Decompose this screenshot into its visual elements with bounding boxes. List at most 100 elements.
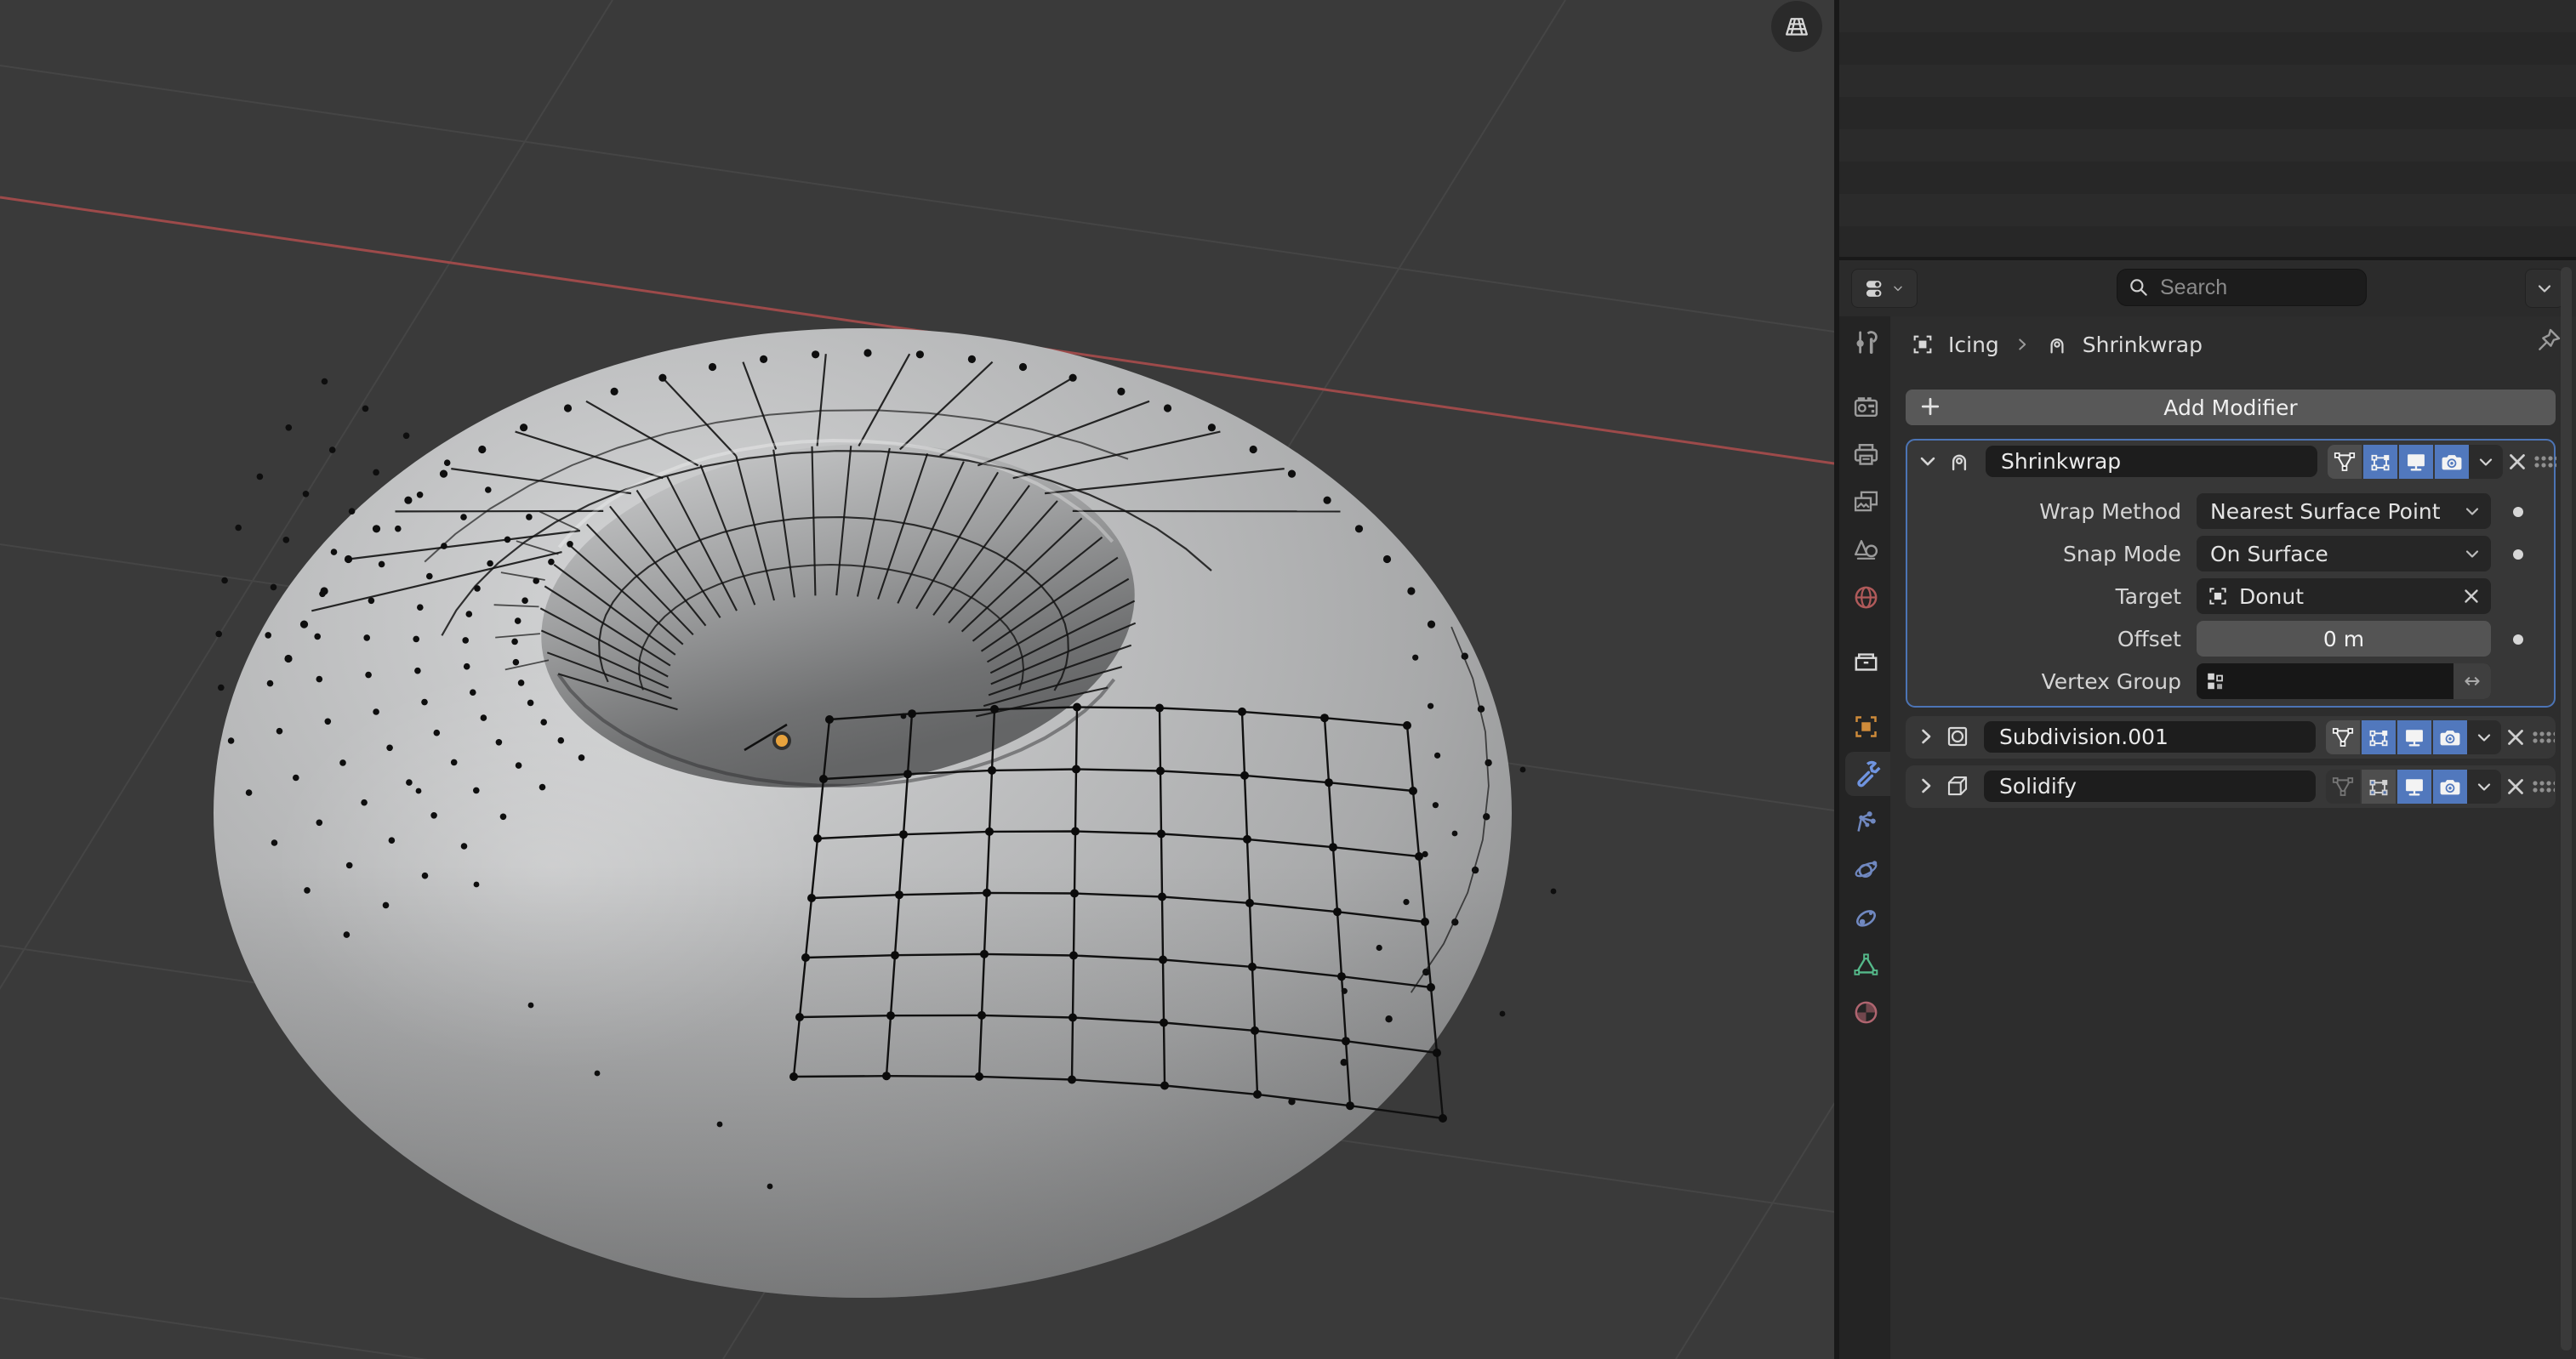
camera-icon [2438, 725, 2462, 749]
delete-modifier-button[interactable] [2503, 725, 2528, 750]
toggle-render-display[interactable] [2433, 770, 2467, 804]
search-icon [2128, 276, 2150, 299]
material-icon [1852, 998, 1880, 1026]
modifier-extras-button[interactable] [2467, 720, 2501, 754]
offset-value-slider[interactable]: 0 m [2197, 621, 2491, 657]
tab-tool[interactable] [1842, 320, 1890, 364]
offset-value: 0 m [2323, 627, 2364, 651]
scene-icon [1852, 536, 1880, 564]
breadcrumb-modifier[interactable]: Shrinkwrap [2083, 333, 2203, 357]
modifier-name-field[interactable]: Solidify [1984, 770, 2316, 802]
animate-decorator[interactable] [2513, 549, 2523, 560]
properties-editor-icon [1864, 276, 1888, 300]
animate-decorator[interactable] [2513, 507, 2523, 517]
tab-view-layer[interactable] [1842, 480, 1890, 524]
target-object-field[interactable]: Donut [2197, 578, 2491, 614]
tab-physics[interactable] [1842, 847, 1890, 891]
pin-icon [2535, 327, 2562, 354]
solidify-icon [1945, 773, 1972, 800]
world-icon [1852, 583, 1880, 611]
edit-mode-icon [2367, 725, 2391, 749]
toggle-edit-mode-display[interactable] [2362, 720, 2396, 754]
target-row: Target Donut [1907, 578, 2554, 616]
expand-button[interactable] [1914, 774, 1940, 799]
modifier-name-field[interactable]: Subdivision.001 [1984, 721, 2316, 753]
delete-modifier-button[interactable] [2503, 774, 2528, 799]
field-label: Snap Mode [2063, 542, 2181, 566]
clear-target-button[interactable] [2460, 585, 2482, 607]
toggle-realtime-display[interactable] [2397, 770, 2431, 804]
vertex-group-icon [2205, 670, 2227, 692]
snap-mode-dropdown[interactable]: On Surface [2197, 536, 2491, 571]
modifier-header: Shrinkwrap [1907, 441, 2554, 481]
physics-icon [1852, 856, 1880, 884]
expand-button[interactable] [1914, 725, 1940, 750]
toggle-vertex-group-filter[interactable] [2328, 445, 2362, 479]
donut-object [214, 328, 1515, 1302]
tab-world[interactable] [1842, 575, 1890, 619]
right-editors: Icing Shrinkwrap Add Modifier Shrinkwrap [1839, 0, 2576, 1359]
editor-type-selector[interactable] [1851, 269, 1918, 308]
search-input[interactable] [2158, 275, 2323, 301]
constraints-icon [1852, 903, 1880, 931]
wrap-method-row: Wrap Method Nearest Surface Point [1907, 493, 2554, 531]
modifier-extras-button[interactable] [2469, 445, 2503, 479]
object-icon [1911, 333, 1935, 356]
invert-vertex-group-button[interactable] [2453, 663, 2491, 699]
animate-decorator[interactable] [2513, 634, 2523, 645]
render-icon [1852, 393, 1880, 421]
vertex-group-field[interactable] [2197, 663, 2491, 699]
add-modifier-button[interactable]: Add Modifier [1906, 390, 2556, 425]
collapse-button[interactable] [1916, 449, 1941, 475]
drag-handle[interactable] [2532, 731, 2555, 743]
plus-icon [1918, 394, 1943, 419]
properties-search[interactable] [2117, 269, 2367, 306]
tab-material[interactable] [1842, 990, 1890, 1034]
drag-handle[interactable] [2533, 455, 2556, 468]
modifier-name-field[interactable]: Shrinkwrap [1986, 446, 2317, 477]
chevron-down-icon [1891, 281, 1905, 295]
chevron-down-icon [2462, 501, 2482, 521]
particles-icon [1852, 808, 1880, 836]
properties-options-button[interactable] [2525, 269, 2564, 308]
breadcrumb-object[interactable]: Icing [1948, 333, 1999, 357]
viewport-grid-gizmo-button[interactable] [1771, 1, 1822, 52]
offset-row: Offset 0 m [1907, 621, 2554, 658]
modifier-header: Solidify [1906, 765, 2556, 808]
arrows-leftright-icon [2461, 670, 2483, 692]
collection-icon [1852, 648, 1880, 676]
toggle-vertex-group-filter[interactable] [2326, 720, 2360, 754]
camera-icon [2440, 450, 2464, 474]
tab-object[interactable] [1842, 704, 1890, 748]
outliner-editor[interactable] [1839, 0, 2576, 257]
target-object-name: Donut [2239, 584, 2304, 609]
toggle-vertex-group-filter[interactable] [2326, 770, 2360, 804]
add-modifier-label: Add Modifier [2163, 395, 2297, 420]
tab-collection[interactable] [1842, 640, 1890, 684]
monitor-icon [2404, 450, 2428, 474]
toggle-edit-mode-display[interactable] [2362, 770, 2396, 804]
field-label: Offset [2117, 627, 2181, 651]
tab-constraints[interactable] [1842, 895, 1890, 939]
properties-scrollbar[interactable] [2561, 267, 2572, 1350]
mesh-data-icon [1852, 951, 1880, 979]
modifier-extras-button[interactable] [2467, 770, 2501, 804]
tab-object-data[interactable] [1842, 942, 1890, 987]
chevron-down-icon [2476, 452, 2496, 472]
tab-render[interactable] [1842, 384, 1890, 429]
toggle-render-display[interactable] [2433, 720, 2467, 754]
drag-handle[interactable] [2532, 780, 2555, 793]
3d-viewport[interactable] [0, 0, 1834, 1359]
tab-scene[interactable] [1842, 527, 1890, 571]
toggle-realtime-display[interactable] [2399, 445, 2433, 479]
tab-output[interactable] [1842, 432, 1890, 476]
toggle-edit-mode-display[interactable] [2363, 445, 2397, 479]
tab-modifiers[interactable] [1845, 752, 1890, 796]
vertex-group-row: Vertex Group [1907, 663, 2554, 701]
wrap-method-dropdown[interactable]: Nearest Surface Point [2197, 493, 2491, 529]
delete-modifier-button[interactable] [2505, 449, 2530, 475]
breadcrumb: Icing Shrinkwrap [1911, 325, 2203, 364]
toggle-realtime-display[interactable] [2397, 720, 2431, 754]
toggle-render-display[interactable] [2435, 445, 2469, 479]
tab-particles[interactable] [1842, 799, 1890, 844]
